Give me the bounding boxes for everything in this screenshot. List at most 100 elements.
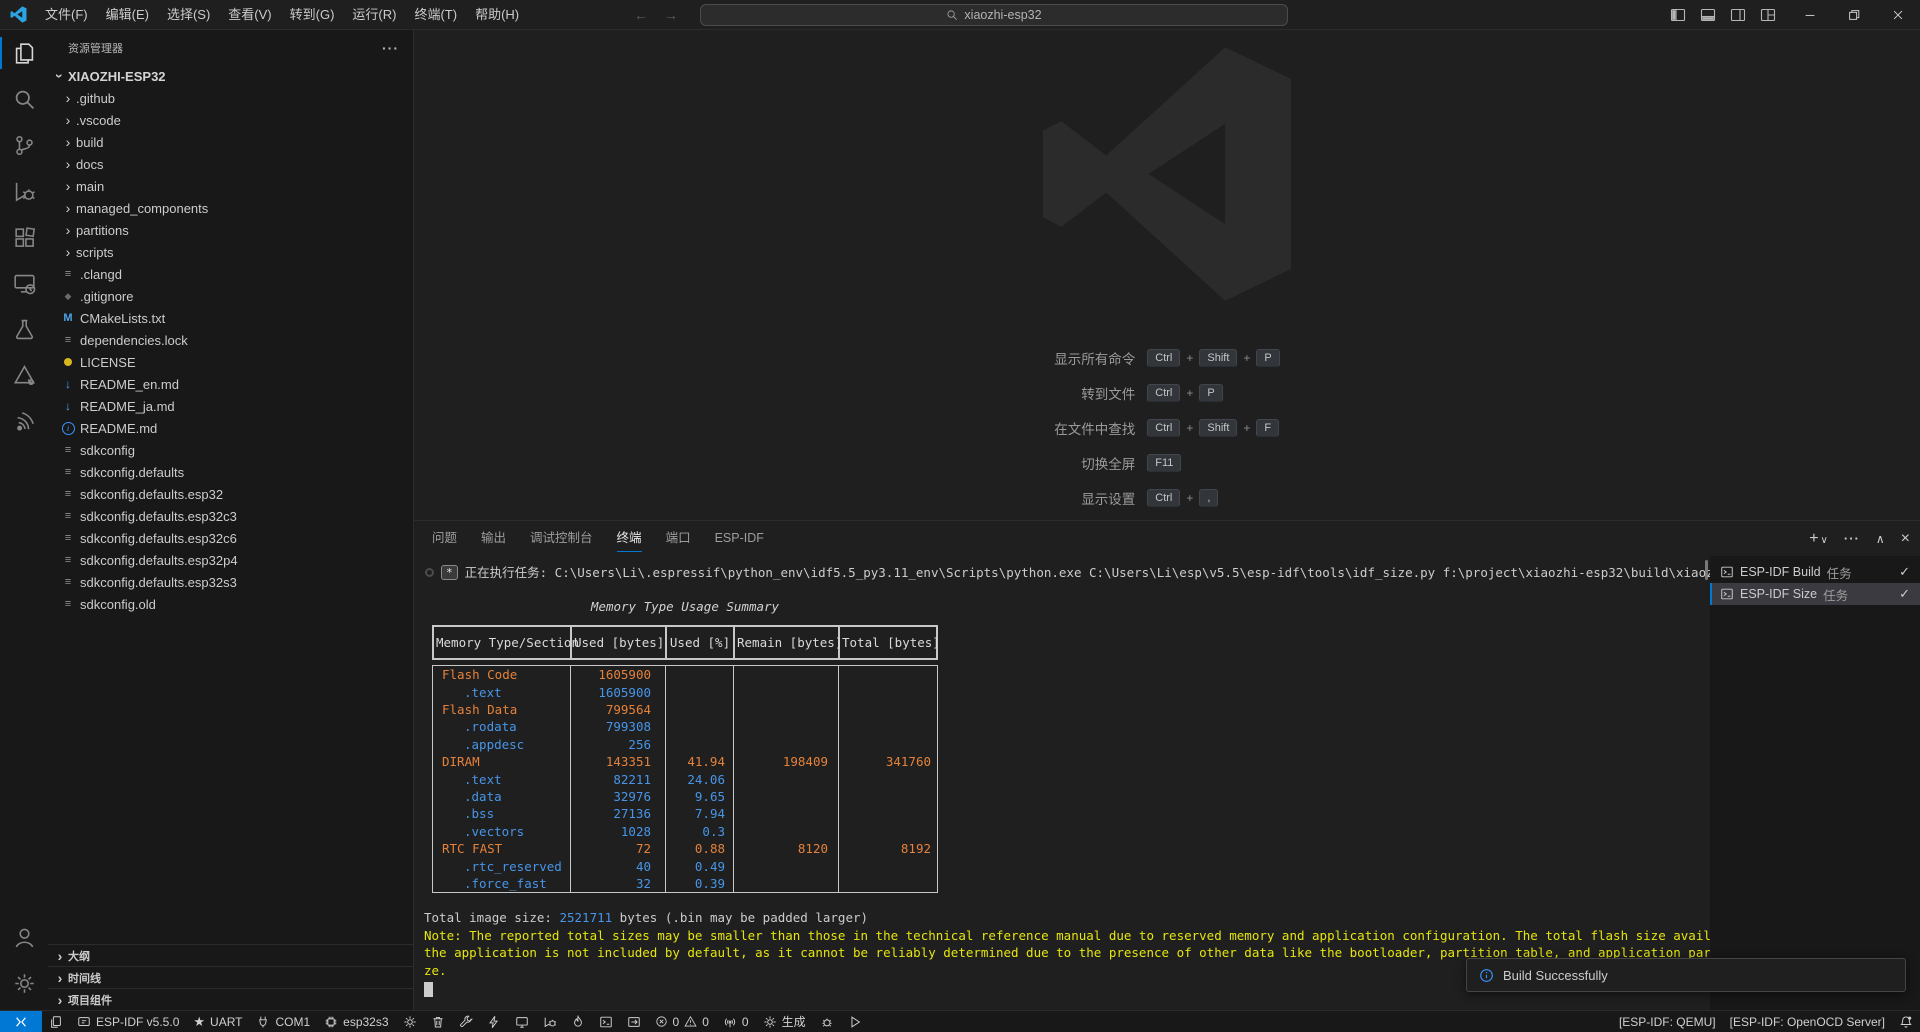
device-target-button[interactable]: esp32s3: [317, 1011, 395, 1032]
sidebar-item-espressif[interactable]: [0, 398, 48, 444]
monitor-button[interactable]: [508, 1011, 536, 1032]
tree-item[interactable]: sdkconfig.old: [48, 593, 413, 615]
terminal-dropdown-icon[interactable]: [1821, 531, 1828, 546]
sidebar-section-header[interactable]: 时间线: [48, 966, 413, 988]
sidebar-item-explorer[interactable]: [0, 30, 48, 76]
manage-button[interactable]: [0, 960, 48, 1006]
tree-item[interactable]: scripts: [48, 241, 413, 263]
tree-item[interactable]: .vscode: [48, 109, 413, 131]
build-flash-monitor-button[interactable]: [564, 1011, 592, 1032]
open-component-button[interactable]: [620, 1011, 648, 1032]
ports-indicator[interactable]: 0: [716, 1011, 756, 1032]
openocd-status[interactable]: [ESP-IDF: OpenOCD Server]: [1723, 1011, 1892, 1032]
tree-item[interactable]: sdkconfig.defaults.esp32p4: [48, 549, 413, 571]
terminal-output[interactable]: * 正在执行任务: C:\Users\Li\.espressif\python_…: [414, 556, 1710, 1010]
close-button[interactable]: [1876, 0, 1920, 30]
tree-item[interactable]: LICENSE: [48, 351, 413, 373]
toggle-sidebar-icon[interactable]: [1670, 7, 1686, 23]
sidebar-section-header[interactable]: 大纲: [48, 944, 413, 966]
menuconfig-button[interactable]: [396, 1011, 424, 1032]
panel-tab[interactable]: 终端: [617, 521, 642, 556]
menu-item[interactable]: 转到(G): [281, 0, 344, 29]
new-terminal-icon[interactable]: [1809, 530, 1818, 548]
memory-usage-table: Memory Type Usage Summary Memory Type/Se…: [432, 598, 938, 893]
build-task-button[interactable]: 生成: [756, 1011, 813, 1032]
restore-button[interactable]: [1832, 0, 1876, 30]
scrollbar-thumb[interactable]: [1705, 560, 1708, 580]
command-decoration-icon[interactable]: [425, 568, 434, 577]
panel-tab[interactable]: 调试控制台: [530, 521, 593, 556]
close-panel-icon[interactable]: [1901, 530, 1910, 548]
forward-arrow-icon[interactable]: →: [664, 7, 678, 23]
sidebar-item-source-control[interactable]: [0, 122, 48, 168]
build-button[interactable]: [452, 1011, 480, 1032]
tree-item[interactable]: .gitignore: [48, 285, 413, 307]
tree-item[interactable]: dependencies.lock: [48, 329, 413, 351]
menu-item[interactable]: 终端(T): [405, 0, 466, 29]
tree-item[interactable]: sdkconfig.defaults.esp32: [48, 483, 413, 505]
problems-indicator[interactable]: 0 0: [648, 1011, 716, 1032]
terminal-task-row[interactable]: ESP-IDF Size 任务 ✓: [1710, 583, 1920, 605]
tree-item[interactable]: sdkconfig.defaults: [48, 461, 413, 483]
minimize-button[interactable]: [1788, 0, 1832, 30]
menu-item[interactable]: 选择(S): [158, 0, 219, 29]
menu-item[interactable]: 查看(V): [219, 0, 280, 29]
qemu-status[interactable]: [ESP-IDF: QEMU]: [1612, 1011, 1723, 1032]
sidebar-item-run-debug[interactable]: [0, 168, 48, 214]
tree-item[interactable]: managed_components: [48, 197, 413, 219]
tree-item[interactable]: sdkconfig.defaults.esp32c3: [48, 505, 413, 527]
tree-item[interactable]: build: [48, 131, 413, 153]
serial-port-button[interactable]: COM1: [249, 1011, 317, 1032]
panel-tab[interactable]: 问题: [432, 521, 457, 556]
sidebar-section-header[interactable]: 项目组件: [48, 988, 413, 1010]
panel-tab[interactable]: 输出: [481, 521, 506, 556]
idf-terminal-button[interactable]: [592, 1011, 620, 1032]
sidebar-item-testing[interactable]: [0, 306, 48, 352]
run-task-button[interactable]: [841, 1011, 869, 1032]
sidebar-item-search[interactable]: [0, 76, 48, 122]
workspace-button[interactable]: [42, 1011, 70, 1032]
tree-item[interactable]: CMakeLists.txt: [48, 307, 413, 329]
toggle-secondary-sidebar-icon[interactable]: [1730, 7, 1746, 23]
chevron-right-icon: [60, 222, 76, 238]
notifications-button[interactable]: [1892, 1011, 1920, 1032]
tree-item[interactable]: sdkconfig: [48, 439, 413, 461]
tree-item[interactable]: README_en.md: [48, 373, 413, 395]
idf-version-button[interactable]: ESP-IDF v5.5.0: [70, 1011, 186, 1032]
menu-item[interactable]: 编辑(E): [97, 0, 158, 29]
tree-item[interactable]: sdkconfig.defaults.esp32c6: [48, 527, 413, 549]
accounts-button[interactable]: [0, 914, 48, 960]
more-actions-icon[interactable]: [1844, 531, 1860, 546]
sidebar-item-esp-idf-explorer[interactable]: [0, 352, 48, 398]
menu-item[interactable]: 帮助(H): [466, 0, 528, 29]
tree-item[interactable]: README_ja.md: [48, 395, 413, 417]
sidebar-item-remote-explorer[interactable]: [0, 260, 48, 306]
terminal-task-row[interactable]: ESP-IDF Build 任务 ✓: [1710, 561, 1920, 583]
customize-layout-icon[interactable]: [1760, 7, 1776, 23]
full-clean-button[interactable]: [424, 1011, 452, 1032]
toggle-panel-icon[interactable]: [1700, 7, 1716, 23]
maximize-panel-icon[interactable]: [1876, 531, 1885, 546]
tree-item[interactable]: .clangd: [48, 263, 413, 285]
tree-item[interactable]: main: [48, 175, 413, 197]
remote-indicator[interactable]: [0, 1011, 42, 1032]
tree-item[interactable]: .github: [48, 87, 413, 109]
flash-method-button[interactable]: ★UART: [186, 1011, 249, 1032]
command-center-search[interactable]: xiaozhi-esp32: [700, 4, 1288, 26]
sidebar-item-extensions[interactable]: [0, 214, 48, 260]
debug-task-button[interactable]: [813, 1011, 841, 1032]
tree-item[interactable]: partitions: [48, 219, 413, 241]
tree-item[interactable]: sdkconfig.defaults.esp32s3: [48, 571, 413, 593]
back-arrow-icon[interactable]: ←: [634, 7, 648, 23]
tree-item[interactable]: README.md: [48, 417, 413, 439]
menu-item[interactable]: 运行(R): [343, 0, 405, 29]
tree-root-folder[interactable]: XIAOZHI-ESP32: [48, 65, 413, 87]
debug-button[interactable]: [536, 1011, 564, 1032]
panel-tab[interactable]: ESP-IDF: [715, 521, 764, 556]
panel-tab[interactable]: 端口: [666, 521, 691, 556]
more-actions-icon[interactable]: [382, 40, 399, 56]
menu-item[interactable]: 文件(F): [36, 0, 97, 29]
tree-item[interactable]: docs: [48, 153, 413, 175]
flash-button[interactable]: [480, 1011, 508, 1032]
notification-toast[interactable]: Build Successfully: [1466, 958, 1906, 992]
